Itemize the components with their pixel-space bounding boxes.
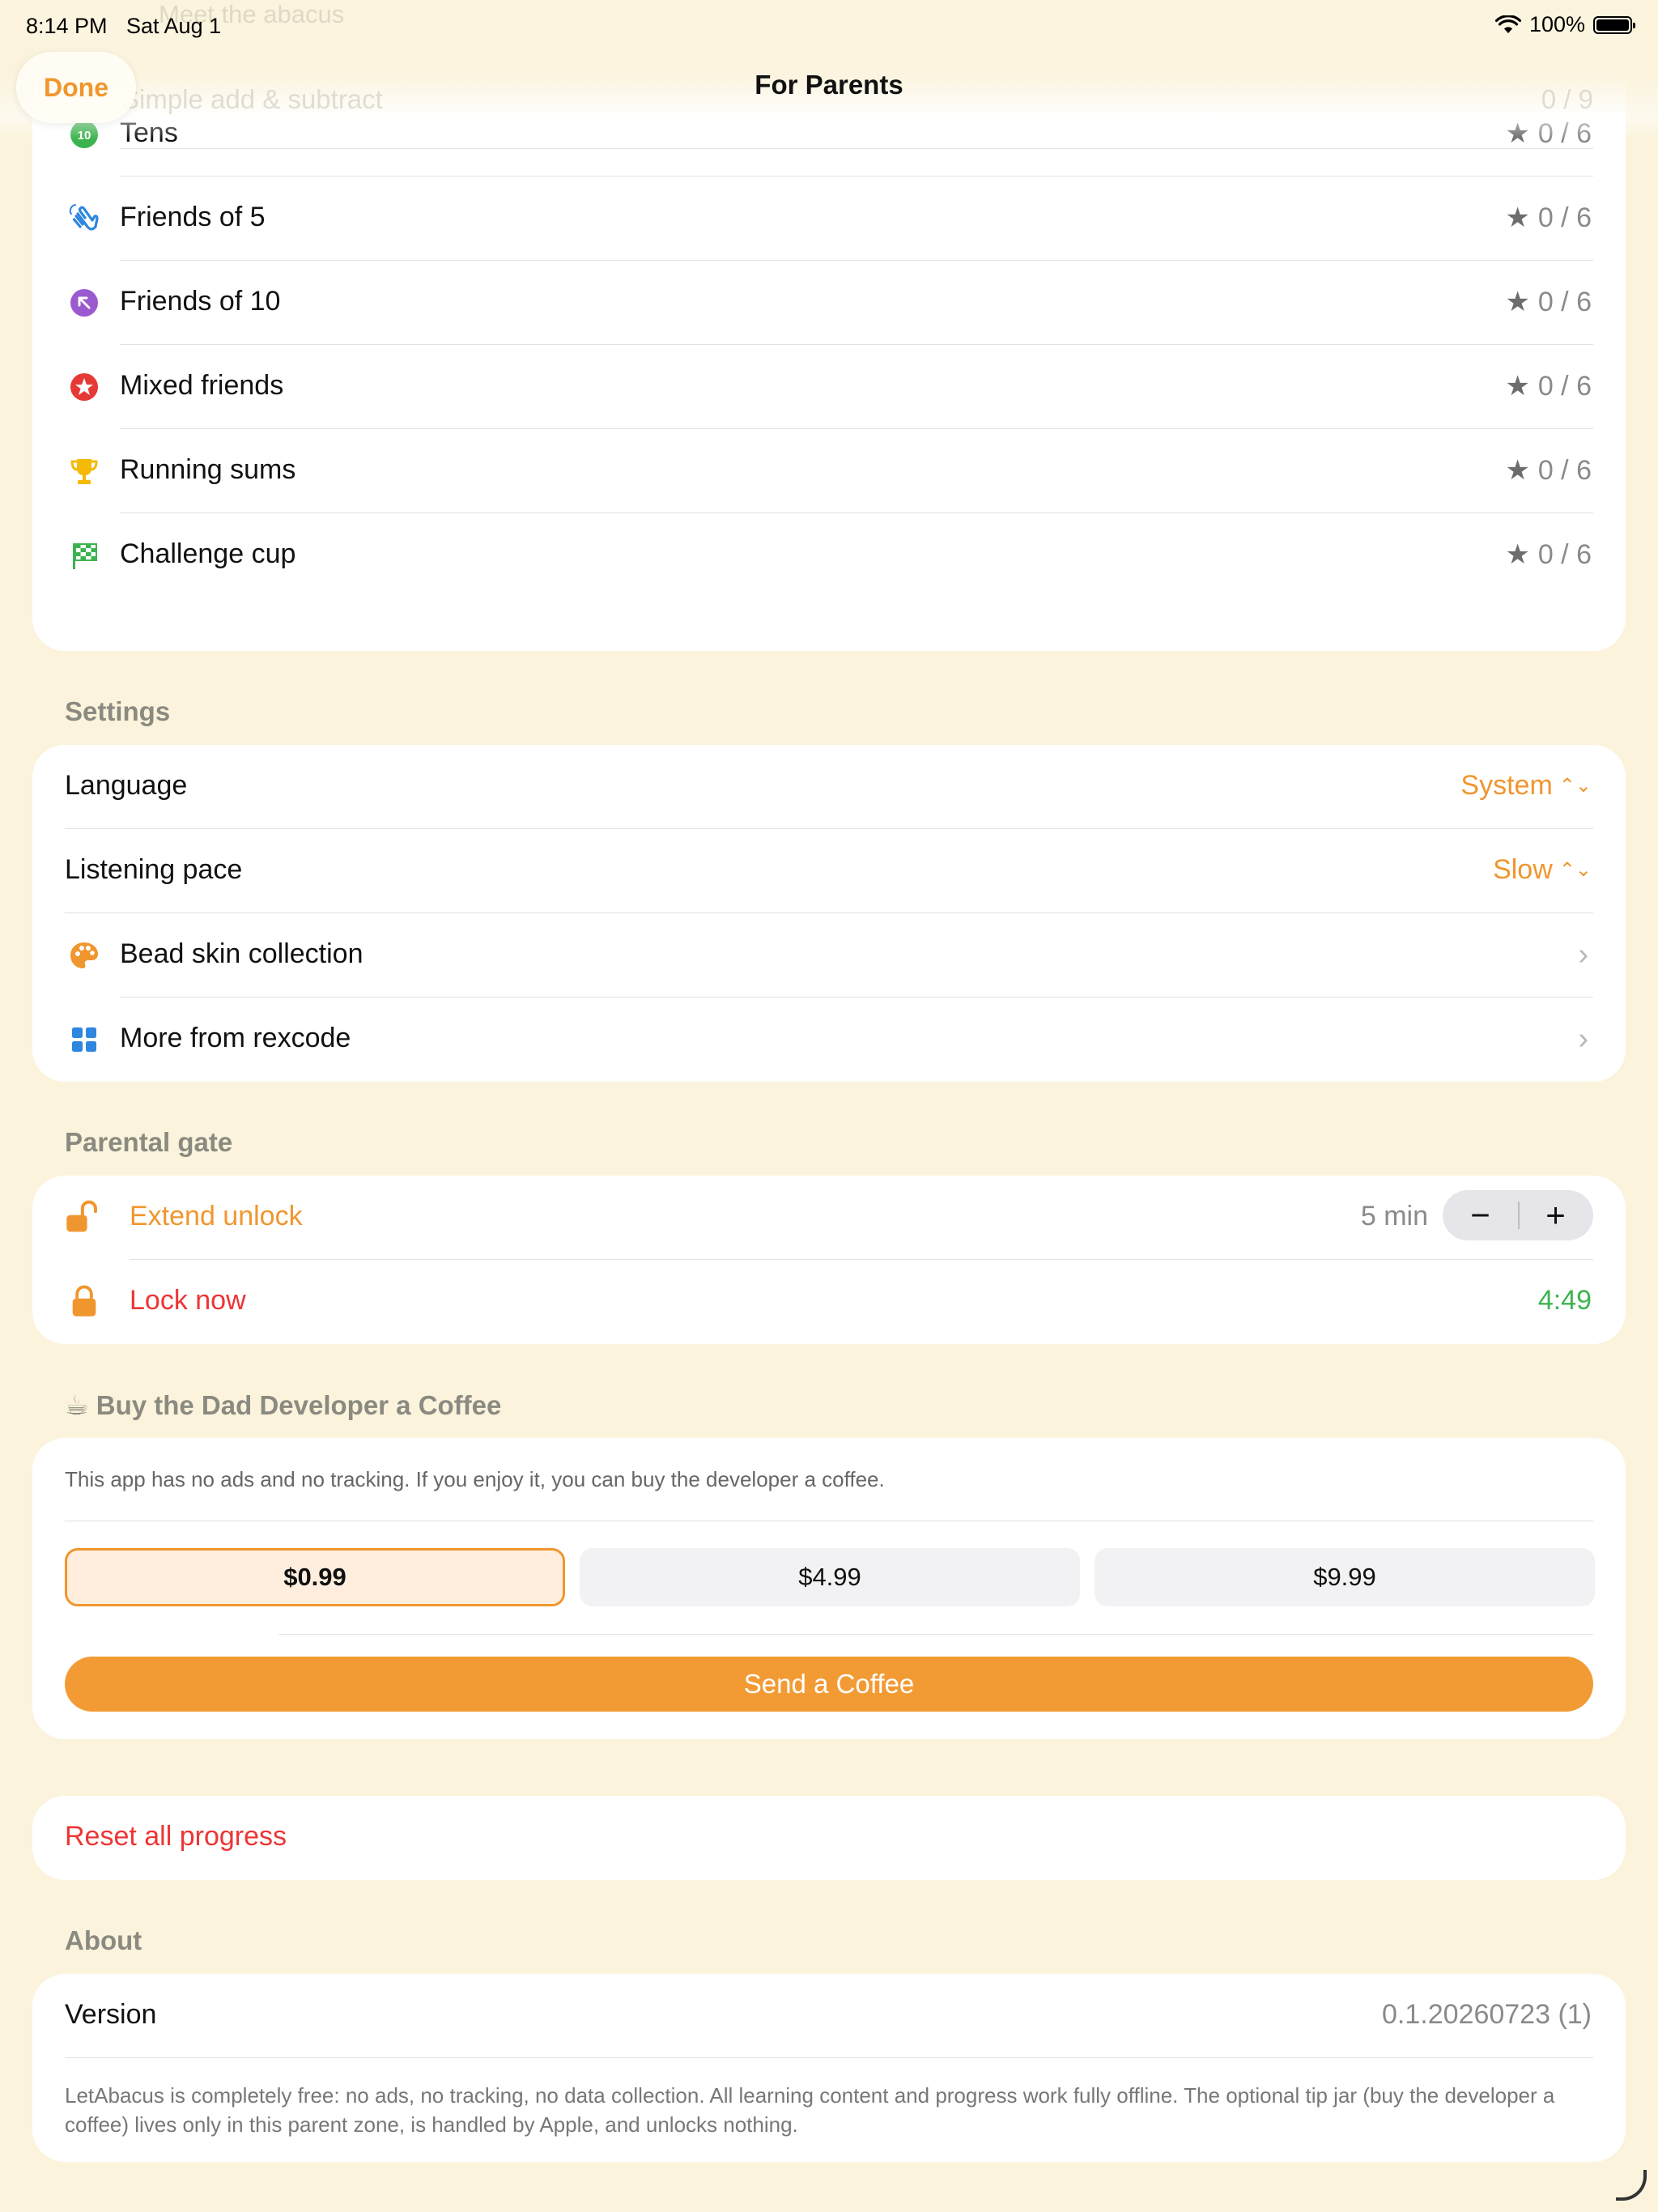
chevron-up-down-icon: ⌃⌄ (1558, 775, 1592, 797)
version-row: Version 0.1.20260723 (1) (32, 1974, 1626, 2058)
lesson-row-friends-of-10[interactable]: Friends of 10 ★ 0 / 6 (32, 261, 1626, 345)
wifi-icon (1494, 15, 1521, 33)
lesson-row-challenge-cup[interactable]: Challenge cup ★ 0 / 6 (32, 513, 1626, 598)
extend-unlock-row: Extend unlock 5 min − + (32, 1176, 1626, 1260)
battery-percent: 100% (1528, 12, 1585, 36)
star-icon: ★ (1505, 371, 1530, 402)
chevron-right-icon: › (1578, 1022, 1588, 1056)
listening-pace-label: Listening pace (65, 854, 243, 885)
send-coffee-button[interactable]: Send a Coffee (65, 1657, 1593, 1712)
increment-button[interactable]: + (1518, 1190, 1593, 1240)
tip-option-9-99[interactable]: $9.99 (1095, 1548, 1595, 1606)
lesson-score: ★0 / 6 (1505, 286, 1592, 318)
status-right: 100% (1494, 12, 1635, 37)
parental-gate-header: Parental gate (65, 1127, 233, 1157)
lesson-label: Friends of 10 (120, 286, 281, 317)
lesson-row-friends-of-5[interactable]: Friends of 5 ★ 0 / 6 (32, 177, 1626, 261)
lesson-label: Friends of 5 (120, 202, 266, 232)
lock-now-row[interactable]: Lock now 4:49 (32, 1260, 1626, 1344)
lesson-label: Challenge cup (120, 538, 296, 569)
unlock-countdown: 4:49 (1537, 1285, 1592, 1316)
lesson-row-mixed-friends[interactable]: Mixed friends ★ 0 / 6 (32, 345, 1626, 429)
arrow-up-left-circle-icon (70, 289, 98, 317)
page-title: For Parents (755, 70, 903, 100)
version-value: 0.1.20260723 (1) (1382, 1999, 1592, 2030)
star-icon: ★ (1505, 202, 1530, 233)
listening-pace-row[interactable]: Listening pace Slow ⌃⌄ (32, 829, 1626, 913)
coffee-card: This app has no ads and no tracking. If … (32, 1438, 1626, 1739)
reset-card: Reset all progress (32, 1796, 1626, 1880)
lock-now-label: Lock now (130, 1285, 246, 1316)
status-time: 8:14 PM (26, 14, 108, 38)
coffee-description: This app has no ads and no tracking. If … (65, 1467, 885, 1491)
star-icon: ★ (1505, 287, 1530, 317)
lesson-score: ★0 / 6 (1505, 202, 1592, 234)
padlock-icon (72, 1285, 96, 1317)
lesson-score: ★0 / 6 (1505, 538, 1592, 571)
version-label: Version (65, 1999, 157, 2030)
palette-icon (70, 942, 98, 968)
reset-progress-row[interactable]: Reset all progress (32, 1796, 1626, 1880)
lesson-score: ★0 / 6 (1505, 370, 1592, 402)
star-icon: ★ (1505, 455, 1530, 486)
coffee-header: ☕ Buy the Dad Developer a Coffee (65, 1390, 502, 1420)
more-from-rexcode-label: More from rexcode (120, 1023, 351, 1053)
extend-unlock-stepper[interactable]: − + (1443, 1190, 1593, 1240)
checkered-flag-icon (73, 543, 97, 569)
status-bar: 8:14 PM Sat Aug 1 100% (0, 0, 1658, 52)
tip-option-4-99[interactable]: $4.99 (580, 1548, 1080, 1606)
chevron-up-down-icon: ⌃⌄ (1558, 859, 1592, 881)
bead-skin-collection-row[interactable]: Bead skin collection › (32, 913, 1626, 998)
listening-pace-picker[interactable]: Slow ⌃⌄ (1493, 854, 1592, 886)
lesson-label: Mixed friends (120, 370, 284, 401)
parental-gate-card: Extend unlock 5 min − + Lock now 4:49 (32, 1176, 1626, 1344)
resize-handle-icon[interactable] (1616, 2170, 1647, 2201)
chevron-right-icon: › (1578, 938, 1588, 972)
language-label: Language (65, 770, 188, 801)
lesson-score: ★0 / 6 (1505, 454, 1592, 487)
lesson-row-running-sums[interactable]: Running sums ★ 0 / 6 (32, 429, 1626, 513)
lesson-label: Running sums (120, 454, 296, 485)
bead-skin-label: Bead skin collection (120, 938, 363, 969)
about-note: LetAbacus is completely free: no ads, no… (65, 2083, 1555, 2137)
waving-hand-icon (69, 204, 99, 231)
trophy-icon (70, 459, 98, 484)
reset-progress-label: Reset all progress (65, 1821, 287, 1852)
about-header: About (65, 1925, 142, 1955)
about-card: Version 0.1.20260723 (1) LetAbacus is co… (32, 1974, 1626, 2162)
language-picker[interactable]: System ⌃⌄ (1460, 770, 1592, 802)
unlocked-padlock-icon (66, 1200, 97, 1232)
status-date: Sat Aug 1 (126, 14, 222, 38)
extend-unlock-duration: 5 min (1360, 1201, 1428, 1231)
more-from-rexcode-row[interactable]: More from rexcode › (32, 998, 1626, 1082)
battery-icon (1593, 15, 1635, 34)
tip-option-0-99[interactable]: $0.99 (65, 1548, 565, 1606)
settings-header: Settings (65, 696, 171, 726)
app-grid-icon (72, 1027, 96, 1052)
settings-card: Language System ⌃⌄ Listening pace Slow ⌃⌄ … (32, 745, 1626, 1082)
extend-unlock-label: Extend unlock (130, 1201, 303, 1231)
star-circle-icon (70, 373, 98, 401)
decrement-button[interactable]: − (1443, 1190, 1518, 1240)
star-icon: ★ (1505, 539, 1530, 570)
language-row[interactable]: Language System ⌃⌄ (32, 745, 1626, 829)
